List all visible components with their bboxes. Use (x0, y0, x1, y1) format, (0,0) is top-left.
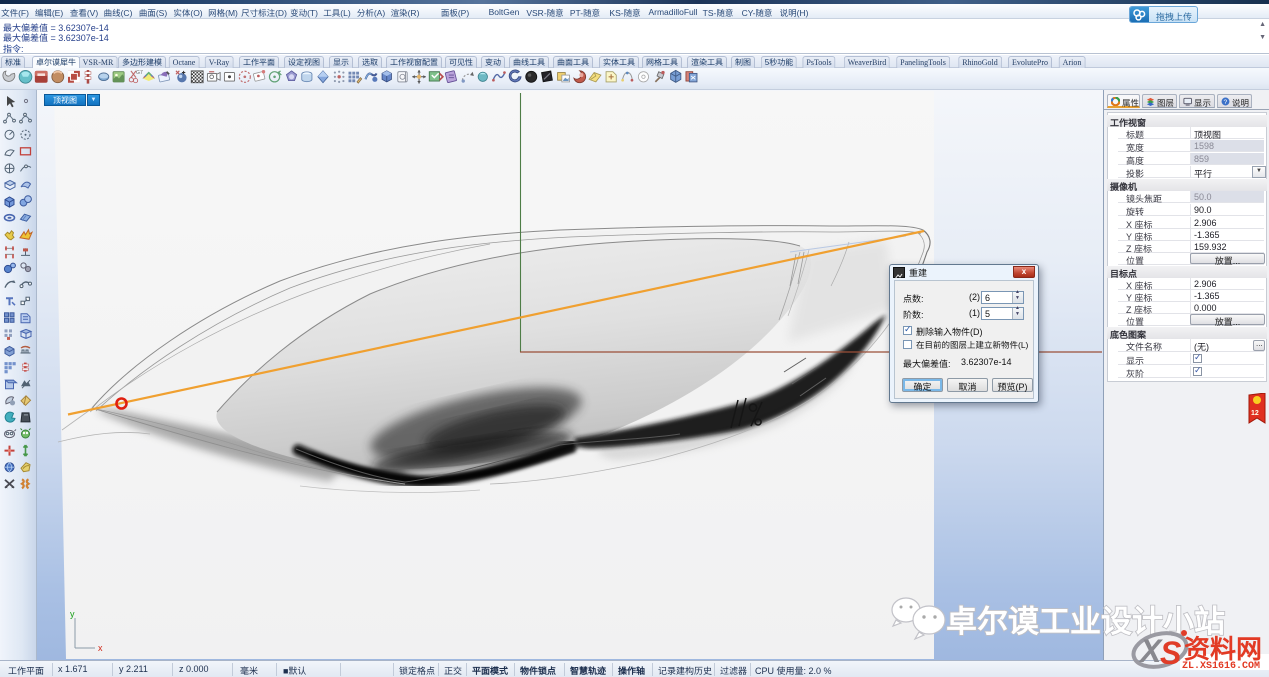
svg-text:G7: G7 (136, 70, 143, 76)
svg-text:y: y (70, 609, 75, 619)
svg-text:?: ? (1224, 99, 1228, 106)
svg-text:12: 12 (1251, 410, 1259, 417)
svg-text:x: x (98, 643, 103, 653)
